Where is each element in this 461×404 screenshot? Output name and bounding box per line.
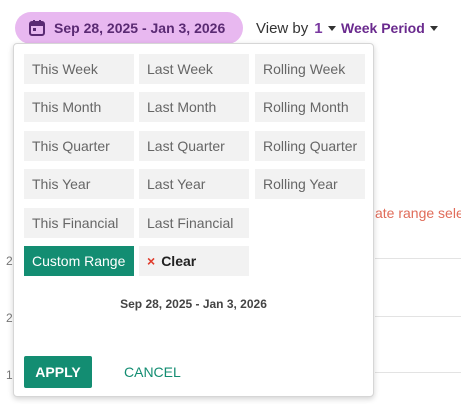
option-rolling-month[interactable]: Rolling Month: [255, 92, 365, 122]
option-last-week[interactable]: Last Week: [139, 54, 249, 84]
background-row-number: 1: [6, 368, 13, 382]
option-custom-range[interactable]: Custom Range: [24, 246, 134, 276]
background-divider: [375, 372, 461, 373]
week-period-label: Week Period: [341, 20, 425, 36]
date-range-text: Sep 28, 2025 - Jan 3, 2026: [54, 20, 226, 36]
chevron-down-icon: [429, 25, 438, 31]
calendar-icon: [28, 19, 46, 37]
view-by-label: View by: [256, 19, 309, 37]
clear-label: Clear: [161, 253, 197, 269]
clear-button[interactable]: × Clear: [139, 246, 249, 276]
option-last-quarter[interactable]: Last Quarter: [139, 131, 249, 161]
cancel-button[interactable]: CANCEL: [124, 356, 181, 388]
option-rolling-week[interactable]: Rolling Week: [255, 54, 365, 84]
week-period-select[interactable]: Week Period: [341, 12, 438, 44]
apply-button[interactable]: APPLY: [24, 356, 92, 388]
background-row-number: 2: [6, 254, 13, 268]
date-range-picker: This Week Last Week Rolling Week This Mo…: [13, 43, 374, 397]
background-divider: [375, 258, 461, 259]
close-icon: ×: [147, 253, 156, 269]
option-rolling-year[interactable]: Rolling Year: [255, 169, 365, 199]
background-message: ate range selec: [375, 205, 461, 221]
option-this-financial[interactable]: This Financial: [24, 208, 134, 238]
option-last-month[interactable]: Last Month: [139, 92, 249, 122]
background-row-number: 2: [6, 311, 13, 325]
background-divider: [375, 316, 461, 317]
view-by[interactable]: View by 1: [256, 12, 336, 44]
option-this-quarter[interactable]: This Quarter: [24, 131, 134, 161]
option-rolling-quarter[interactable]: Rolling Quarter: [255, 131, 365, 161]
chevron-down-icon: [327, 25, 336, 31]
option-this-week[interactable]: This Week: [24, 54, 134, 84]
selected-range-text: Sep 28, 2025 - Jan 3, 2026: [120, 297, 267, 311]
option-this-year[interactable]: This Year: [24, 169, 134, 199]
date-range-pill[interactable]: Sep 28, 2025 - Jan 3, 2026: [15, 12, 243, 44]
option-last-financial[interactable]: Last Financial: [139, 208, 249, 238]
option-last-year[interactable]: Last Year: [139, 169, 249, 199]
option-this-month[interactable]: This Month: [24, 92, 134, 122]
view-by-value: 1: [314, 19, 323, 37]
